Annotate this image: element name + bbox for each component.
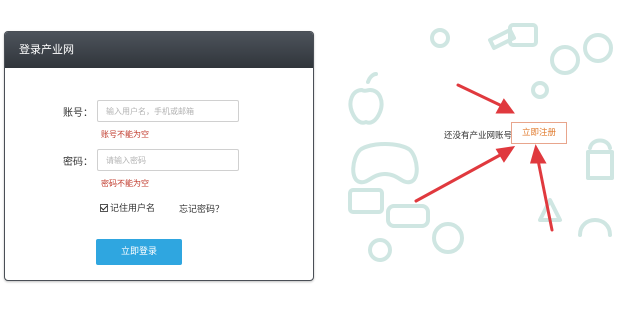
- login-button[interactable]: 立即登录: [96, 239, 182, 265]
- smiley-icon: [583, 33, 613, 63]
- search-icon: [430, 28, 450, 48]
- login-panel-title: 登录产业网: [5, 32, 313, 68]
- username-label: 账号：: [63, 107, 93, 119]
- login-panel: 登录产业网 账号： 输入用户名，手机或邮箱 账号不能为空 密码： 请输入密码 密…: [4, 31, 314, 281]
- password-label: 密码：: [63, 156, 93, 168]
- gamepad-icon: [351, 142, 419, 185]
- arrow-left: [414, 152, 504, 203]
- forgot-password-link[interactable]: 忘记密码？: [179, 202, 224, 215]
- apple-icon: [348, 72, 384, 125]
- username-error: 账号不能为空: [101, 130, 149, 139]
- android-icon: [586, 138, 614, 180]
- username-input[interactable]: 输入用户名，手机或邮箱: [97, 100, 239, 122]
- arrow-top: [456, 83, 504, 108]
- arrow-top-head: [495, 98, 515, 114]
- handheld-icon: [386, 204, 430, 228]
- username-row: 账号： 输入用户名，手机或邮箱: [5, 100, 239, 122]
- register-link[interactable]: 立即注册: [511, 122, 567, 144]
- club-icon: [531, 81, 549, 99]
- password-row: 密码： 请输入密码: [5, 149, 239, 171]
- arrow-bottom-head: [530, 144, 547, 164]
- remember-label: 记住用户名: [110, 204, 156, 214]
- remember-username[interactable]: 记住用户名: [100, 201, 155, 214]
- remember-checkbox[interactable]: [100, 203, 108, 212]
- register-prompt: 还没有产业网账号？: [444, 131, 521, 141]
- password-error: 密码不能为空: [101, 179, 149, 188]
- arrow-left-head: [495, 146, 516, 163]
- ie-logo-bottom-icon: [432, 222, 464, 254]
- app-doodle-illustration: [348, 23, 614, 262]
- password-input[interactable]: 请输入密码: [97, 149, 239, 171]
- monitor-icon: [348, 188, 384, 214]
- gear-icon: [368, 238, 392, 262]
- register-area: 还没有产业网账号？ 立即注册: [340, 20, 620, 272]
- ie-logo-icon: [550, 45, 580, 75]
- headphone-icon: [578, 218, 612, 237]
